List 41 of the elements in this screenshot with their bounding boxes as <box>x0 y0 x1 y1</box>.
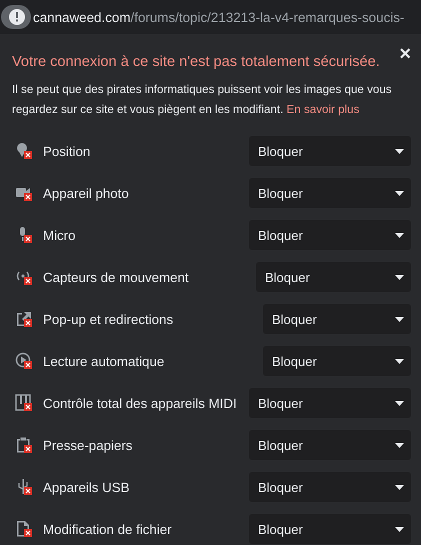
clipboard-icon <box>15 436 33 454</box>
permission-dropdown[interactable]: Bloquer <box>256 262 411 292</box>
permission-label: Contrôle total des appareils MIDI <box>43 396 238 410</box>
caret-icon <box>395 274 404 280</box>
permission-label: Modification de fichier <box>43 522 173 536</box>
location-pin-icon <box>15 142 33 160</box>
caret-icon <box>395 358 404 364</box>
permission-dropdown[interactable]: Bloquer <box>249 472 411 502</box>
permission-label: Lecture automatique <box>43 354 166 368</box>
permission-dropdown[interactable]: Bloquer <box>263 304 411 334</box>
piano-icon <box>15 394 33 412</box>
caret-icon <box>395 442 404 448</box>
caret-icon <box>395 316 404 322</box>
caret-icon <box>395 148 404 154</box>
permission-label: Position <box>43 144 92 158</box>
caret-icon <box>395 232 404 238</box>
learn-more-link[interactable]: En savoir plus <box>286 103 360 116</box>
permission-dropdown[interactable]: Bloquer <box>249 388 411 418</box>
permission-label: Presse-papiers <box>43 438 134 452</box>
permission-label: Appareil photo <box>43 186 130 200</box>
permission-dropdown[interactable]: Bloquer <box>249 514 411 544</box>
caret-icon <box>395 484 404 490</box>
play-icon <box>15 352 33 370</box>
permission-dropdown[interactable]: Bloquer <box>249 178 411 208</box>
popup-icon <box>15 310 33 328</box>
permission-dropdown[interactable]: Bloquer <box>249 136 411 166</box>
close-button[interactable]: × <box>399 44 411 64</box>
permission-label: Micro <box>43 228 77 242</box>
warning-icon[interactable] <box>1 5 31 29</box>
caret-icon <box>395 190 404 196</box>
permission-dropdown[interactable]: Bloquer <box>249 220 411 250</box>
caret-icon <box>395 400 404 406</box>
warning-title: Votre connexion à ce site n'est pas totalement sécurisée. <box>12 54 380 70</box>
warning-description: Il se peut que des pirates informatiques puissent voir les images que vous regardez sur ce site et vous piègent en les modifiant. En savoir plus <box>12 82 393 118</box>
permission-label: Appareils USB <box>43 480 130 494</box>
permission-dropdown[interactable]: Bloquer <box>263 346 411 376</box>
caret-icon <box>395 526 404 532</box>
file-icon <box>15 520 33 538</box>
permission-label: Capteurs de mouvement <box>43 270 190 284</box>
permission-dropdown[interactable]: Bloquer <box>249 430 411 460</box>
permission-label: Pop-up et redirections <box>43 312 174 326</box>
